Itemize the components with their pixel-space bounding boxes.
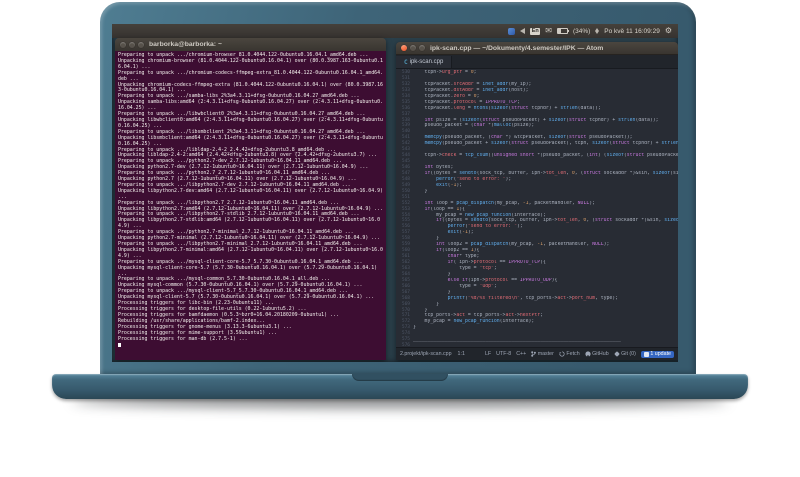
status-item-label: Git (0) [621, 351, 636, 357]
network-arrows-icon[interactable] [595, 27, 600, 35]
maximize-button[interactable] [419, 45, 425, 51]
terminal-line: Unpacking libwbclient0:amd64 (2:4.3.11+d… [118, 116, 383, 129]
status-item-master[interactable]: master [531, 351, 554, 357]
atom-titlebar[interactable]: ipk-scan.cpp — ~/Dokumenty/4.semester/IP… [396, 42, 678, 55]
laptop-mockup-scene: { "colors": { "laptop_body": "#3e6478", … [0, 0, 800, 477]
status-item-label: master [537, 351, 554, 357]
close-button[interactable] [401, 45, 407, 51]
app-indicator-icon[interactable] [508, 27, 516, 35]
minimize-button[interactable] [410, 45, 416, 51]
atom-title: ipk-scan.cpp — ~/Dokumenty/4.semester/IP… [430, 44, 604, 52]
status-right: LF UTF-8 C++ master Fetch GitHub Git (0) 1 upda… [485, 350, 674, 358]
system-top-panel: En ✉ (34%) Po kvě 11 16:09:29 ⚙ [112, 24, 678, 38]
status-item-git-0-[interactable]: Git (0) [614, 351, 636, 357]
keyboard-layout-indicator[interactable]: En [530, 27, 541, 35]
close-button[interactable] [120, 41, 126, 48]
git-icon [614, 351, 620, 357]
maximize-button[interactable] [138, 41, 144, 48]
status-item-label: LF [484, 351, 492, 357]
c-language-icon: C [404, 58, 408, 66]
terminal-line: Processing triggers for man-db (2.7.5-1)… [118, 335, 248, 342]
github-icon [585, 351, 591, 357]
status-item-label: C++ [516, 351, 527, 357]
status-file-path[interactable]: 2.projekt/ipk-scan.cpp [400, 351, 452, 357]
battery-percentage: (34%) [572, 27, 591, 35]
status-item-label: Fetch [566, 351, 580, 357]
update-icon [643, 351, 649, 357]
status-item-lf[interactable]: LF [485, 351, 491, 357]
editor-code[interactable]: 530 tcph->urg_ptr = 0; 531 532 tcpPacket.… [396, 69, 678, 347]
branch-icon [531, 351, 537, 357]
tab-label: ipk-scan.cpp [409, 59, 444, 65]
status-item-1-update[interactable]: 1 update [640, 350, 674, 358]
terminal-title: barborka@barborka: ~ [149, 41, 222, 48]
volume-icon[interactable] [520, 28, 526, 34]
terminal-cursor [118, 342, 121, 348]
terminal-window: barborka@barborka: ~ Preparing to unpack… [115, 38, 386, 360]
sync-icon [559, 351, 565, 357]
status-item-fetch[interactable]: Fetch [559, 351, 580, 357]
laptop-screen: En ✉ (34%) Po kvě 11 16:09:29 ⚙ barborka… [112, 24, 678, 362]
session-gear-icon[interactable]: ⚙ [665, 27, 672, 35]
terminal-line: Unpacking libpython2.7-dev:amd64 (2.7.12… [118, 187, 386, 200]
tab-ipk-scan[interactable]: C ipk-scan.cpp [396, 56, 453, 68]
terminal-line: Unpacking libsmbclient:amd64 (2:4.3.11+d… [118, 134, 383, 147]
battery-icon[interactable] [556, 27, 569, 35]
status-item-label: 1 update [650, 351, 671, 357]
status-item-label: UTF-8 [496, 351, 512, 357]
clock[interactable]: Po kvě 11 16:09:29 [604, 28, 660, 35]
terminal-titlebar[interactable]: barborka@barborka: ~ [115, 38, 386, 52]
terminal-output[interactable]: Preparing to unpack .../chromium-browser… [115, 51, 386, 360]
minimize-button[interactable] [129, 41, 135, 48]
terminal-line: Unpacking libpython2.7-minimal:amd64 (2.… [118, 246, 383, 259]
status-item-utf-8[interactable]: UTF-8 [496, 351, 511, 357]
terminal-line: Preparing to unpack .../chromium-codecs-… [118, 69, 383, 82]
laptop-base-notch [352, 374, 448, 381]
status-item-github[interactable]: GitHub [585, 351, 609, 357]
mail-icon[interactable]: ✉ [545, 27, 552, 35]
editor-status-bar: 2.projekt/ipk-scan.cpp 1:1 LF UTF-8 C++ mas… [396, 347, 678, 360]
editor-tab-bar: C ipk-scan.cpp [396, 55, 678, 69]
atom-window: ipk-scan.cpp — ~/Dokumenty/4.semester/IP… [396, 42, 678, 360]
status-cursor-position[interactable]: 1:1 [458, 351, 465, 357]
status-item-label: GitHub [592, 351, 609, 357]
status-item-c-[interactable]: C++ [516, 351, 526, 357]
terminal-line: Unpacking chromium-browser (81.0.4044.12… [118, 57, 383, 70]
